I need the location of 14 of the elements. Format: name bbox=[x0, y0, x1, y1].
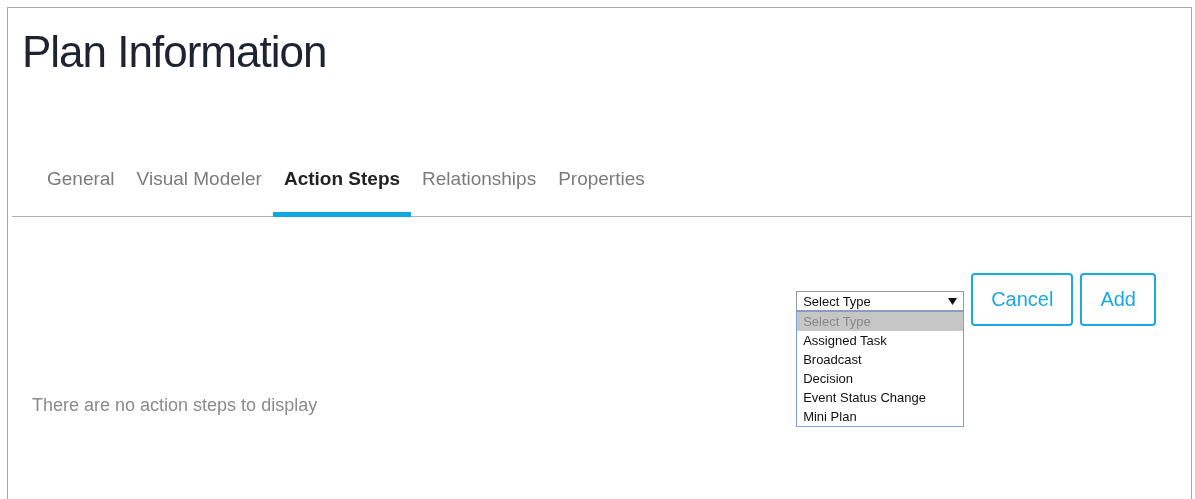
dropdown-option[interactable]: Event Status Change bbox=[797, 388, 964, 407]
empty-message: There are no action steps to display bbox=[32, 395, 318, 416]
tab[interactable]: General bbox=[36, 168, 126, 217]
tab[interactable]: Properties bbox=[547, 168, 656, 217]
dropdown-option[interactable]: Assigned Task bbox=[797, 331, 964, 350]
page-title: Plan Information bbox=[22, 26, 328, 78]
type-select[interactable]: Select Type bbox=[796, 291, 965, 311]
tab[interactable]: Visual Modeler bbox=[125, 168, 273, 217]
tab[interactable]: Relationships bbox=[411, 168, 548, 217]
tab[interactable]: Action Steps bbox=[272, 168, 412, 217]
dropdown-option[interactable]: Broadcast bbox=[797, 350, 964, 369]
dropdown-option[interactable]: Decision bbox=[797, 369, 964, 388]
caret-icon bbox=[948, 297, 958, 305]
dropdown-option[interactable]: Mini Plan bbox=[797, 407, 964, 426]
